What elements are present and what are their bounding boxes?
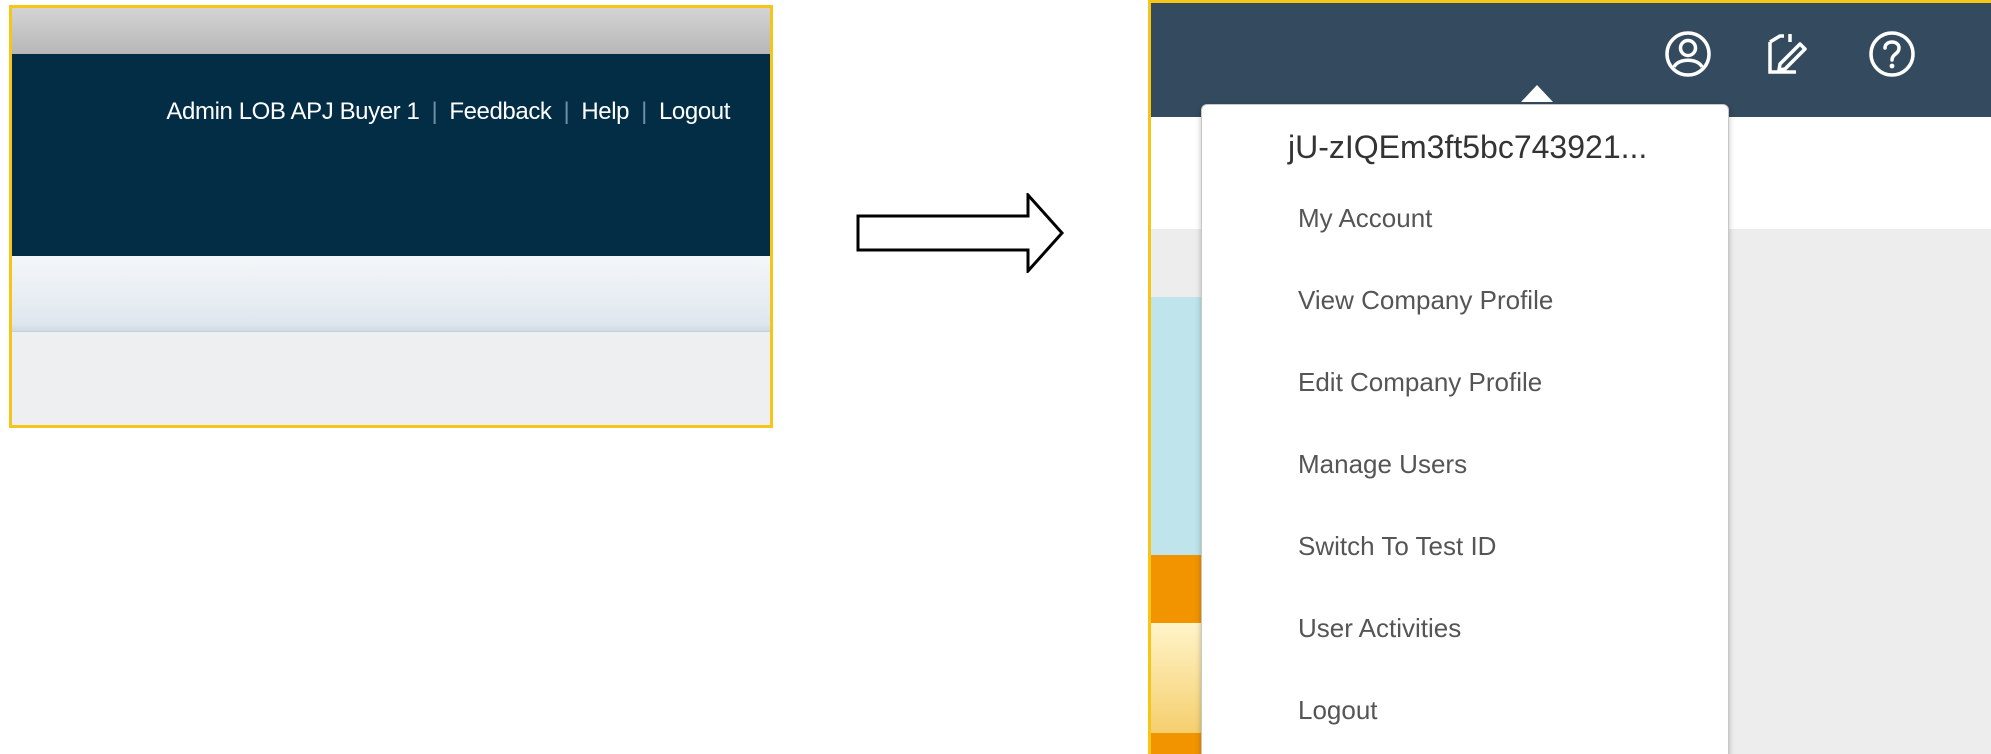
menu-item-edit-company-profile[interactable]: Edit Company Profile [1298,367,1542,398]
menu-item-my-account[interactable]: My Account [1298,203,1432,234]
link-separator: | [641,98,647,125]
menu-item-manage-users[interactable]: Manage Users [1298,449,1467,480]
old-content-area [12,332,770,425]
old-header-bar: Admin LOB APJ Buyer 1 | Feedback | Help | Logo… [12,54,770,256]
old-nav-band [12,256,770,332]
menu-item-view-company-profile[interactable]: View Company Profile [1298,285,1553,316]
logout-link[interactable]: Logout [659,98,730,125]
menu-user-id: jU-zIQEm3ft5bc743921... [1288,129,1648,165]
menu-item-logout[interactable]: Logout [1298,695,1378,726]
old-ui-panel: Admin LOB APJ Buyer 1 | Feedback | Help | Logo… [9,5,773,428]
help-circle-icon[interactable] [1865,27,1919,81]
help-link[interactable]: Help [581,98,629,125]
user-circle-icon[interactable] [1661,27,1715,81]
transition-arrow-icon [856,193,1065,273]
link-separator: | [431,98,438,125]
edit-document-icon[interactable] [1759,27,1813,81]
new-ui-panel: jU-zIQEm3ft5bc743921... My Account View … [1148,0,1991,754]
old-header-links: Admin LOB APJ Buyer 1 | Feedback | Help | Logo… [166,98,730,126]
feedback-link[interactable]: Feedback [449,98,552,125]
old-user-name: Admin LOB APJ Buyer 1 [166,98,420,125]
user-menu-dropdown: jU-zIQEm3ft5bc743921... My Account View … [1201,104,1729,754]
browser-top-strip [12,8,770,54]
link-separator: | [563,98,570,125]
menu-item-switch-to-test-id[interactable]: Switch To Test ID [1298,531,1496,562]
menu-caret [1521,85,1553,102]
new-header-bar [1151,3,1991,117]
menu-item-user-activities[interactable]: User Activities [1298,613,1461,644]
